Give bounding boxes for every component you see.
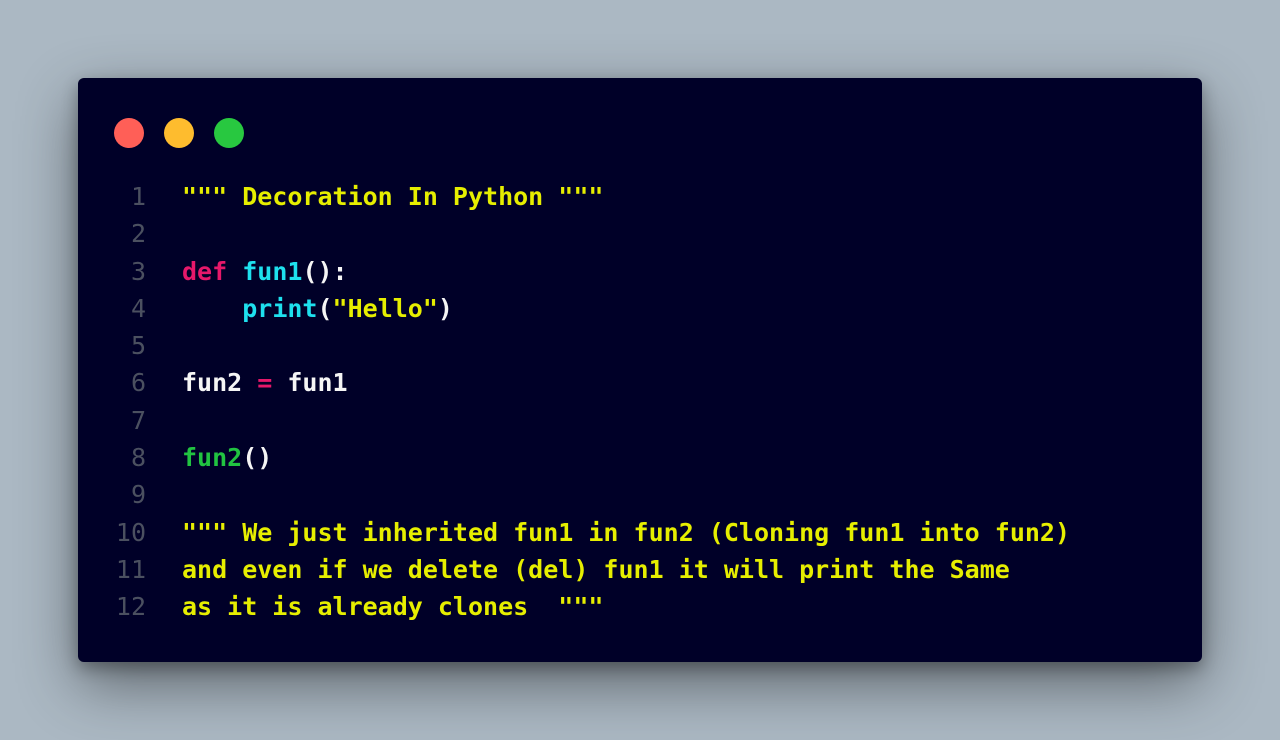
line-content: print("Hello") (182, 290, 453, 327)
code-line: 6 fun2 = fun1 (78, 364, 1202, 401)
line-number: 5 (130, 331, 146, 361)
code-token-function: fun1 (242, 256, 303, 286)
line-content: def fun1(): (182, 253, 348, 290)
code-token-plain: (): (302, 256, 348, 286)
code-line: 4 print("Hello") (78, 290, 1202, 327)
code-line: 1 """ Decoration In Python """ (78, 178, 1202, 215)
line-number: 4 (130, 293, 146, 323)
line-content: and even if we delete (del) fun1 it will… (182, 551, 1010, 588)
line-content: """ Decoration In Python """ (182, 178, 603, 215)
code-token-plain: fun2 (182, 368, 258, 398)
code-token-plain: ( (317, 293, 333, 323)
code-line: 3 def fun1(): (78, 253, 1202, 290)
window-controls (114, 118, 244, 148)
minimize-dot-icon[interactable] (164, 118, 194, 148)
code-line: 5 (78, 327, 1202, 364)
line-number: 10 (115, 517, 146, 547)
code-line: 8 fun2() (78, 439, 1202, 476)
code-line: 9 (78, 476, 1202, 513)
code-token-operator: = (257, 368, 273, 398)
line-number: 1 (130, 182, 146, 211)
line-number: 7 (130, 405, 146, 435)
code-token-string: and even if we delete (del) fun1 it will… (182, 554, 1010, 584)
line-content: """ We just inherited fun1 in fun2 (Clon… (182, 514, 1070, 551)
line-content: fun2 = fun1 (182, 364, 348, 401)
code-window: 1 """ Decoration In Python """ 2 3 def fun1(… (78, 78, 1202, 662)
code-token-string: "Hello" (332, 293, 438, 323)
line-number: 3 (130, 256, 146, 286)
code-token-string: """ We just inherited fun1 in fun2 (Clon… (182, 517, 1071, 547)
line-number: 2 (130, 219, 146, 249)
line-content: fun2() (182, 439, 272, 476)
code-token-call: fun2 (182, 443, 243, 473)
line-number: 9 (130, 480, 146, 510)
code-line: 11 and even if we delete (del) fun1 it wi… (78, 551, 1202, 588)
code-token-string: as it is already clones """ (182, 592, 604, 622)
code-editor: 1 """ Decoration In Python """ 2 3 def fun1(… (78, 178, 1202, 626)
code-token-keyword: def (182, 256, 228, 286)
line-number: 11 (115, 554, 146, 584)
code-line: 12 as it is already clones """ (78, 588, 1202, 625)
code-token-plain: ) (437, 293, 453, 323)
line-content: as it is already clones """ (182, 588, 603, 625)
line-number: 12 (115, 592, 146, 622)
code-line: 7 (78, 402, 1202, 439)
code-line: 10 """ We just inherited fun1 in fun2 (Cl… (78, 514, 1202, 551)
code-token-function: print (242, 293, 318, 323)
line-number: 6 (130, 368, 146, 398)
close-dot-icon[interactable] (114, 118, 144, 148)
code-token-plain: fun1 (272, 368, 348, 398)
code-token-plain: () (242, 443, 273, 473)
line-number: 8 (130, 443, 146, 473)
code-line: 2 (78, 215, 1202, 252)
code-token-string: """ Decoration In Python """ (182, 182, 604, 211)
maximize-dot-icon[interactable] (214, 118, 244, 148)
